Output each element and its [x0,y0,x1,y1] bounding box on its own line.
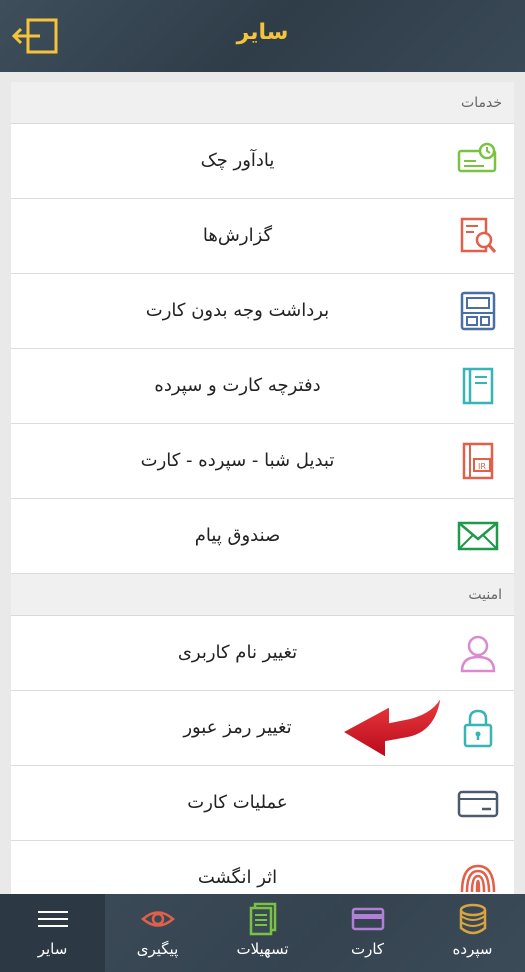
menu-item-label: تغییر نام کاربری [177,642,298,663]
svg-text:IR: IR [478,462,486,471]
menu-item-label: عملیات کارت [187,792,288,813]
check-reminder-icon [457,142,497,173]
menu-item-label: صندوق پیام [194,525,281,546]
menu-panel: خدمات یادآور چک گزارش‌ها برداشت وجه [11,82,514,894]
menu-item-iban-convert[interactable]: تبدیل شبا - سپرده - کارت IR [11,424,514,499]
card-icon [457,790,499,818]
coins-icon [459,903,487,935]
document-icon [249,902,277,936]
atm-icon [460,291,496,331]
nav-item-tracking[interactable]: پیگیری [105,894,210,972]
menu-item-check-reminder[interactable]: یادآور چک [11,124,514,199]
pointer-arrow-icon [339,693,443,760]
notebook-icon [462,367,494,405]
bottom-nav: سایر پیگیری تسهیلات کارت سپرده [0,894,525,972]
fingerprint-icon [460,864,496,893]
menu-item-label: تبدیل شبا - سپرده - کارت [140,450,335,471]
nav-item-card[interactable]: کارت [315,894,420,972]
menu-item-fingerprint[interactable]: اثر انگشت [11,841,514,894]
menu-item-card-deposit-notebook[interactable]: دفترچه کارت و سپرده [11,349,514,424]
report-search-icon [460,217,497,253]
menu-icon [38,911,68,927]
nav-item-label: کارت [350,940,385,958]
menu-item-label: گزارش‌ها [202,225,273,246]
nav-item-label: سایر [37,940,68,958]
card-icon [351,907,385,931]
menu-item-change-username[interactable]: تغییر نام کاربری [11,616,514,691]
nav-item-label: سپرده [452,940,493,958]
menu-item-cardless-withdrawal[interactable]: برداشت وجه بدون کارت [11,274,514,349]
nav-item-label: پیگیری [136,940,179,958]
user-icon [460,635,496,673]
nav-item-deposit[interactable]: سپرده [420,894,525,972]
menu-item-label: اثر انگشت [197,867,278,888]
section-header-security: امنیت [11,574,514,616]
section-header-services: خدمات [11,82,514,124]
menu-item-card-operations[interactable]: عملیات کارت [11,766,514,841]
lock-icon [463,709,493,748]
nav-item-loans[interactable]: تسهیلات [210,894,315,972]
iban-ir-icon: IR [462,442,494,480]
eye-icon [141,911,175,927]
app-header: سایر [0,0,525,72]
main-content: خدمات یادآور چک گزارش‌ها برداشت وجه [0,72,525,894]
nav-item-label: تسهیلات [236,940,289,958]
envelope-icon [457,521,499,551]
menu-item-label: برداشت وجه بدون کارت [145,300,330,321]
menu-item-reports[interactable]: گزارش‌ها [11,199,514,274]
page-title: سایر [236,20,289,45]
menu-item-label: یادآور چک [200,150,275,171]
nav-item-other[interactable]: سایر [0,894,105,972]
menu-item-message-box[interactable]: صندوق پیام [11,499,514,574]
menu-item-label: دفترچه کارت و سپرده [154,375,321,396]
